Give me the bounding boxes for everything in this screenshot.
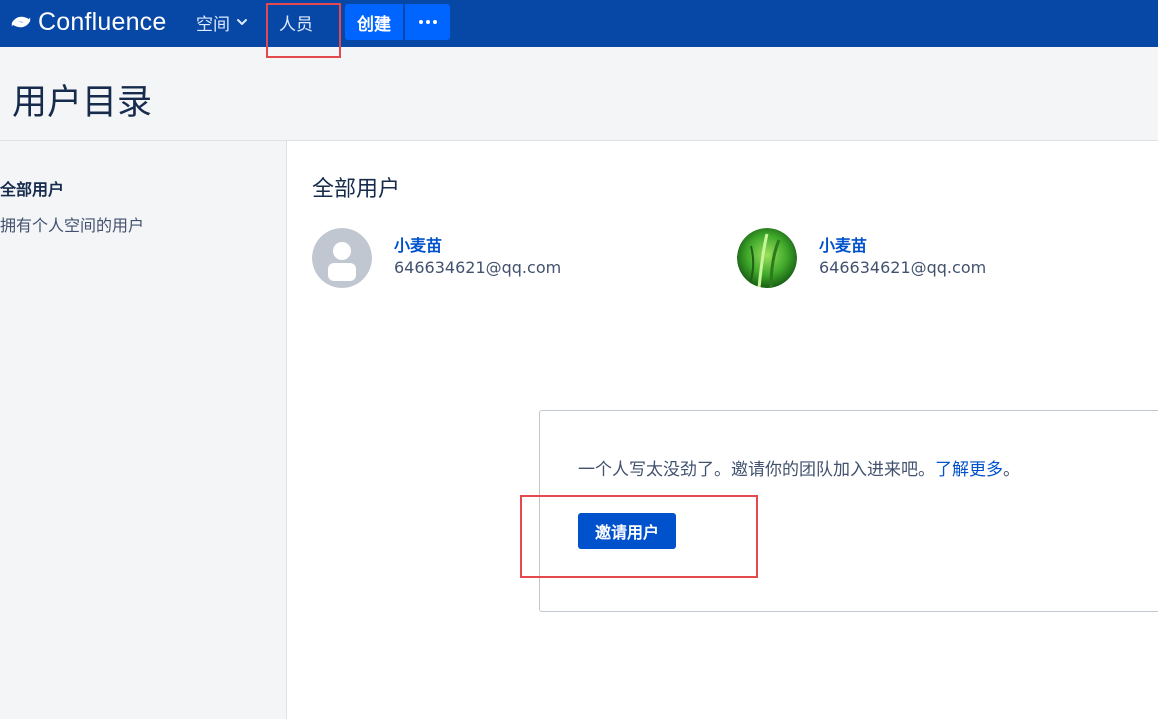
- invite-message: 一个人写太没劲了。邀请你的团队加入进来吧。了解更多。: [578, 455, 1020, 480]
- nav-spaces-label: 空间: [196, 14, 230, 35]
- more-icon: [417, 20, 438, 24]
- page-header: 用户目录: [0, 47, 1158, 141]
- user-email: 646634621@qq.com: [819, 258, 987, 277]
- create-button[interactable]: 创建: [345, 4, 403, 40]
- user-email: 646634621@qq.com: [394, 258, 562, 277]
- photo-avatar[interactable]: [737, 228, 797, 288]
- top-navigation: Confluence 空间 人员 创建: [0, 0, 1158, 47]
- confluence-logo-icon: [11, 16, 31, 28]
- invite-users-button-label: 邀请用户: [594, 523, 659, 542]
- default-person-icon: [312, 228, 372, 288]
- nav-people-label: 人员: [279, 14, 313, 35]
- sidebar-item-users-with-personal-space[interactable]: 拥有个人空间的用户: [0, 212, 144, 236]
- page-title: 用户目录: [12, 83, 153, 123]
- section-title: 全部用户: [312, 177, 401, 202]
- more-options-button[interactable]: [405, 4, 450, 40]
- green-grass-photo: [737, 228, 797, 288]
- sidebar-item-all-users[interactable]: 全部用户: [0, 176, 64, 200]
- invite-users-button[interactable]: 邀请用户: [578, 513, 676, 549]
- invite-message-suffix: 。: [1003, 460, 1020, 480]
- confluence-logo[interactable]: Confluence: [10, 7, 166, 37]
- user-card: 小麦苗 646634621@qq.com: [737, 228, 1097, 290]
- nav-people-link[interactable]: 人员: [279, 9, 313, 35]
- invite-message-text: 一个人写太没劲了。邀请你的团队加入进来吧。: [578, 460, 935, 480]
- invite-panel: 一个人写太没劲了。邀请你的团队加入进来吧。了解更多。 邀请用户: [539, 410, 1158, 612]
- learn-more-link[interactable]: 了解更多: [935, 460, 1003, 480]
- create-button-label: 创建: [357, 14, 391, 35]
- user-card: 小麦苗 646634621@qq.com: [312, 228, 672, 290]
- user-name-link[interactable]: 小麦苗: [819, 232, 867, 256]
- logo-text: Confluence: [38, 7, 167, 36]
- sidebar: 全部用户 拥有个人空间的用户: [0, 141, 287, 719]
- user-name-link[interactable]: 小麦苗: [394, 232, 442, 256]
- nav-spaces-menu[interactable]: 空间: [196, 9, 248, 35]
- default-avatar[interactable]: [312, 228, 372, 288]
- chevron-down-icon: [237, 19, 247, 25]
